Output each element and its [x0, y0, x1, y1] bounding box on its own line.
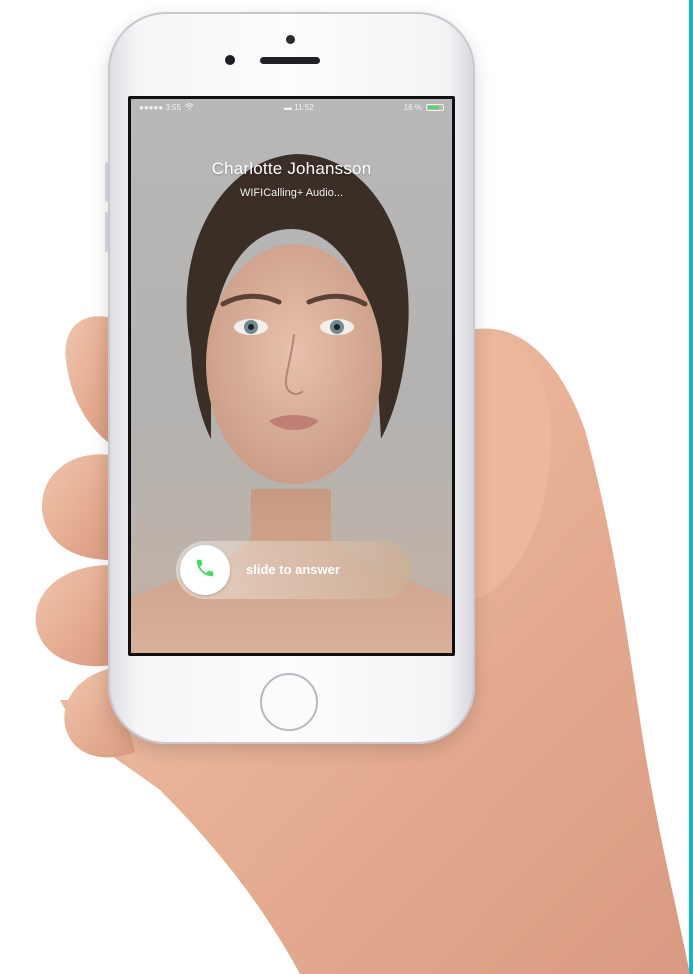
signal-indicator: ●●●●● 3:55: [139, 103, 194, 112]
wifi-icon: [185, 102, 194, 112]
front-camera: [286, 35, 295, 44]
status-time: ▬ 11:52: [284, 102, 314, 112]
volume-button: [105, 212, 108, 252]
phone-icon: [194, 557, 216, 584]
battery-percent: 16 %: [403, 102, 422, 112]
call-type-label: WIFICalling+ Audio...: [239, 187, 344, 199]
slide-to-answer-slider[interactable]: slide to answer: [176, 541, 411, 599]
answer-knob[interactable]: [180, 545, 230, 595]
battery-indicator: 16 %: [404, 103, 444, 112]
home-button[interactable]: [260, 673, 318, 731]
caller-photo: ●●●●● 3:55 ▬ 11:52 16 % Charlotte Johans…: [131, 99, 452, 653]
battery-fill: [428, 105, 439, 109]
earpiece-speaker: [260, 57, 320, 64]
volume-button: [105, 162, 108, 202]
signal-text: ●●●●● 3:55: [139, 102, 181, 112]
phone-screen: ●●●●● 3:55 ▬ 11:52 16 % Charlotte Johans…: [128, 96, 455, 656]
battery-icon: [426, 103, 444, 111]
iphone-device: ●●●●● 3:55 ▬ 11:52 16 % Charlotte Johans…: [105, 12, 475, 744]
caller-name: Charlotte Johansson: [211, 159, 372, 178]
status-bar: ●●●●● 3:55 ▬ 11:52 16 %: [131, 99, 452, 115]
status-center: ▬ 11:52: [284, 103, 314, 112]
slide-to-answer-label: slide to answer: [246, 562, 340, 577]
proximity-sensor: [225, 55, 235, 65]
